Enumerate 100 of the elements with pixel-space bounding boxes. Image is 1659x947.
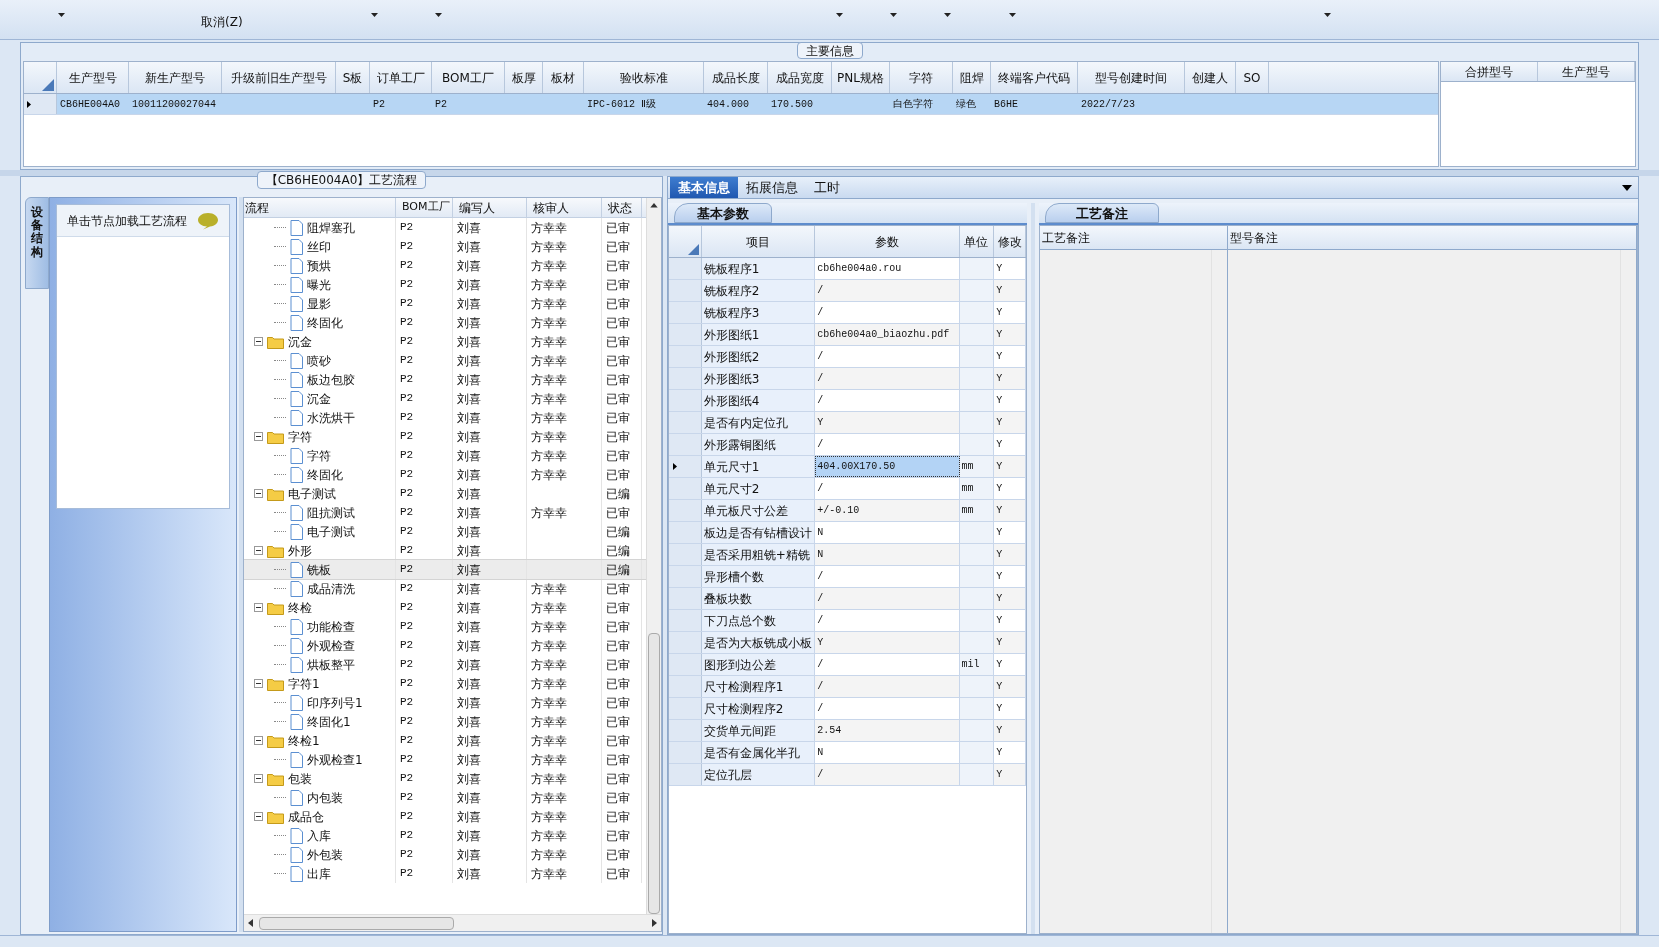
column-header[interactable]: 修改 xyxy=(994,226,1026,257)
column-header[interactable]: BOM工厂 xyxy=(432,62,505,93)
tree-row[interactable]: 沉金 P2 刘喜 方幸幸 已审 xyxy=(244,332,646,351)
column-header[interactable]: 验收标准 xyxy=(584,62,704,93)
collapse-icon[interactable] xyxy=(254,679,263,688)
column-header[interactable]: 成品长度 xyxy=(704,62,768,93)
collapse-icon[interactable] xyxy=(254,812,263,821)
table-row[interactable]: 板边是否有钻槽设计 N Y xyxy=(669,522,1026,544)
dropdown-icon[interactable] xyxy=(1622,185,1632,191)
column-header[interactable]: 创建人 xyxy=(1185,62,1236,93)
table-row[interactable]: 外形图纸2 / Y xyxy=(669,346,1026,368)
tree-row[interactable]: 印序列号1 P2 刘喜 方幸幸 已审 xyxy=(244,693,646,712)
tree-row[interactable]: 终固化 P2 刘喜 方幸幸 已审 xyxy=(244,465,646,484)
tree-row[interactable]: 烘板整平 P2 刘喜 方幸幸 已审 xyxy=(244,655,646,674)
scroll-left-icon[interactable] xyxy=(248,919,253,927)
tree-row[interactable]: 外包装 P2 刘喜 方幸幸 已审 xyxy=(244,845,646,864)
table-row[interactable]: 外形图纸3 / Y xyxy=(669,368,1026,390)
table-row[interactable]: 是否有金属化半孔 N Y xyxy=(669,742,1026,764)
table-row[interactable]: CB6HE004A0 10011200027044 P2 P2 IPC-6012 Ⅱ级 404.000 170.500 白色字符 绿色 B6HE 2022/7/23 xyxy=(24,94,1438,115)
column-header[interactable]: 流程 xyxy=(244,198,396,217)
table-row[interactable]: 铣板程序1 cb6he004a0.rou Y xyxy=(669,258,1026,280)
column-header[interactable]: 字符 xyxy=(890,62,953,93)
column-header[interactable]: 型号创建时间 xyxy=(1078,62,1185,93)
collapse-icon[interactable] xyxy=(254,432,263,441)
column-header[interactable]: 项目 xyxy=(701,226,816,257)
column-header[interactable]: 成品宽度 xyxy=(768,62,832,93)
tree-row[interactable]: 字符 P2 刘喜 方幸幸 已审 xyxy=(244,446,646,465)
table-row[interactable]: 尺寸检测程序1 / Y xyxy=(669,676,1026,698)
tree-row[interactable]: 成品仓 P2 刘喜 方幸幸 已审 xyxy=(244,807,646,826)
tab[interactable]: 工艺备注 xyxy=(1045,203,1159,223)
table-row[interactable]: 外形图纸1 cb6he004a0_biaozhu.pdf Y xyxy=(669,324,1026,346)
column-header[interactable]: 状态 xyxy=(602,198,642,217)
tree-row[interactable]: 喷砂 P2 刘喜 方幸幸 已审 xyxy=(244,351,646,370)
tab[interactable]: 工时 xyxy=(806,177,848,198)
column-header[interactable]: 生产型号 xyxy=(57,62,129,93)
column-header[interactable]: 核审人 xyxy=(527,198,602,217)
column-header[interactable]: 订单工厂 xyxy=(370,62,432,93)
tree-row[interactable]: 终检1 P2 刘喜 方幸幸 已审 xyxy=(244,731,646,750)
scroll-up-icon[interactable] xyxy=(650,203,658,208)
caret-icon[interactable] xyxy=(835,13,843,17)
collapse-icon[interactable] xyxy=(254,774,263,783)
tree-row[interactable]: 显影 P2 刘喜 方幸幸 已审 xyxy=(244,294,646,313)
tree-row[interactable]: 阻焊塞孔 P2 刘喜 方幸幸 已审 xyxy=(244,218,646,237)
tree-row[interactable]: 终固化1 P2 刘喜 方幸幸 已审 xyxy=(244,712,646,731)
table-row[interactable]: 单元尺寸1 404.00X170.50 mm Y xyxy=(669,456,1026,478)
tree-row[interactable]: 字符 P2 刘喜 方幸幸 已审 xyxy=(244,427,646,446)
tree-row[interactable]: 电子测试 P2 刘喜 已编 xyxy=(244,484,646,503)
caret-icon[interactable] xyxy=(943,13,951,17)
column-header[interactable]: 型号备注 xyxy=(1228,226,1636,250)
tree-row[interactable]: 丝印 P2 刘喜 方幸幸 已审 xyxy=(244,237,646,256)
column-header[interactable]: 参数 xyxy=(815,226,960,257)
column-header[interactable]: 阻焊 xyxy=(953,62,991,93)
table-row[interactable]: 交货单元间距 2.54 Y xyxy=(669,720,1026,742)
column-header[interactable]: 新生产型号 xyxy=(129,62,222,93)
table-row[interactable]: 外形图纸4 / Y xyxy=(669,390,1026,412)
tree-row[interactable]: 预烘 P2 刘喜 方幸幸 已审 xyxy=(244,256,646,275)
caret-icon[interactable] xyxy=(370,13,378,17)
table-row[interactable]: 是否有内定位孔 Y Y xyxy=(669,412,1026,434)
table-row[interactable]: 是否采用粗铣+精铣 N Y xyxy=(669,544,1026,566)
table-row[interactable]: 铣板程序3 / Y xyxy=(669,302,1026,324)
tree-row[interactable]: 成品清洗 P2 刘喜 方幸幸 已审 xyxy=(244,579,646,598)
collapse-icon[interactable] xyxy=(254,736,263,745)
caret-icon[interactable] xyxy=(434,13,442,17)
caret-icon[interactable] xyxy=(58,13,65,17)
collapse-icon[interactable] xyxy=(254,603,263,612)
column-header[interactable]: 合拼型号 xyxy=(1441,62,1538,81)
tab[interactable]: 拓展信息 xyxy=(738,177,806,198)
column-header[interactable]: S板 xyxy=(336,62,370,93)
tree-row[interactable]: 终检 P2 刘喜 方幸幸 已审 xyxy=(244,598,646,617)
tree-row[interactable]: 包装 P2 刘喜 方幸幸 已审 xyxy=(244,769,646,788)
column-header[interactable]: 升级前旧生产型号 xyxy=(222,62,336,93)
horizontal-scrollbar[interactable] xyxy=(244,914,661,931)
caret-icon[interactable] xyxy=(1008,13,1016,17)
column-header[interactable]: BOM工厂 xyxy=(396,198,453,217)
table-row[interactable]: 下刀点总个数 / Y xyxy=(669,610,1026,632)
column-header[interactable]: 生产型号 xyxy=(1538,62,1635,81)
table-row[interactable]: 图形到边公差 / mil Y xyxy=(669,654,1026,676)
collapse-icon[interactable] xyxy=(254,546,263,555)
tree-row[interactable]: 字符1 P2 刘喜 方幸幸 已审 xyxy=(244,674,646,693)
column-header[interactable]: 板厚 xyxy=(505,62,543,93)
table-row[interactable]: 外形露铜图纸 / Y xyxy=(669,434,1026,456)
table-row[interactable]: 叠板块数 / Y xyxy=(669,588,1026,610)
column-header[interactable]: PNL规格 xyxy=(832,62,890,93)
table-row[interactable]: 定位孔层 / Y xyxy=(669,764,1026,786)
tree-row[interactable]: 板边包胶 P2 刘喜 方幸幸 已审 xyxy=(244,370,646,389)
caret-icon[interactable] xyxy=(889,13,897,17)
tree-row[interactable]: 入库 P2 刘喜 方幸幸 已审 xyxy=(244,826,646,845)
column-header[interactable]: 工艺备注 xyxy=(1040,226,1227,250)
column-header[interactable]: 单位 xyxy=(959,226,995,257)
tree-row[interactable]: 曝光 P2 刘喜 方幸幸 已审 xyxy=(244,275,646,294)
tree-row[interactable]: 终固化 P2 刘喜 方幸幸 已审 xyxy=(244,313,646,332)
column-header[interactable]: SO xyxy=(1236,62,1269,93)
vertical-tab[interactable]: 设备结构 xyxy=(25,197,49,289)
collapse-icon[interactable] xyxy=(254,337,263,346)
tree-row[interactable]: 内包装 P2 刘喜 方幸幸 已审 xyxy=(244,788,646,807)
tree-row[interactable]: 外观检查1 P2 刘喜 方幸幸 已审 xyxy=(244,750,646,769)
scroll-right-icon[interactable] xyxy=(652,919,657,927)
caret-icon[interactable] xyxy=(1323,13,1331,17)
tree-row[interactable]: 功能检查 P2 刘喜 方幸幸 已审 xyxy=(244,617,646,636)
table-row[interactable]: 铣板程序2 / Y xyxy=(669,280,1026,302)
